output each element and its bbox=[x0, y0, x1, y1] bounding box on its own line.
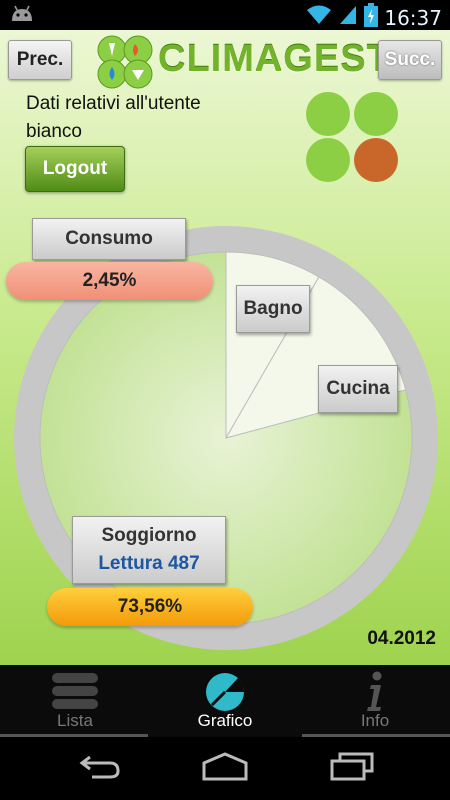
tab-grafico[interactable]: Grafico bbox=[150, 665, 300, 737]
clock: 16:37 bbox=[384, 5, 442, 30]
tab-lista[interactable]: Lista bbox=[0, 665, 150, 737]
slice-label-bagno[interactable]: Bagno bbox=[236, 285, 310, 333]
tab-info-label: Info bbox=[360, 711, 390, 730]
back-icon[interactable] bbox=[78, 751, 122, 786]
recent-apps-icon[interactable] bbox=[330, 751, 374, 786]
soggiorno-name: Soggiorno bbox=[101, 525, 197, 546]
home-icon[interactable] bbox=[200, 751, 250, 786]
soggiorno-reading: Lettura 487 bbox=[98, 553, 200, 574]
slice-label-soggiorno[interactable]: Soggiorno Lettura 487 bbox=[72, 516, 226, 584]
list-icon bbox=[50, 671, 100, 716]
consumo-label: Consumo bbox=[32, 218, 186, 260]
consumo-value-pill: 2,45% bbox=[6, 262, 213, 300]
tab-grafico-label: Grafico bbox=[197, 711, 253, 730]
tab-info[interactable]: Info bbox=[300, 665, 450, 737]
period-date: 04.2012 bbox=[367, 628, 436, 649]
main-content: Prec. CLIMAGEST Succ. Dati relativi all'… bbox=[0, 30, 450, 665]
system-nav-bar bbox=[0, 737, 450, 800]
soggiorno-value-pill: 73,56% bbox=[47, 588, 253, 626]
wifi-icon bbox=[306, 4, 332, 31]
android-icon bbox=[10, 5, 34, 28]
tab-lista-label: Lista bbox=[57, 711, 93, 730]
slice-label-cucina[interactable]: Cucina bbox=[318, 365, 398, 413]
bottom-tab-bar: Lista Grafico Info bbox=[0, 665, 450, 737]
battery-icon bbox=[364, 3, 379, 32]
status-bar: 16:37 bbox=[0, 0, 450, 30]
signal-icon bbox=[338, 4, 358, 31]
